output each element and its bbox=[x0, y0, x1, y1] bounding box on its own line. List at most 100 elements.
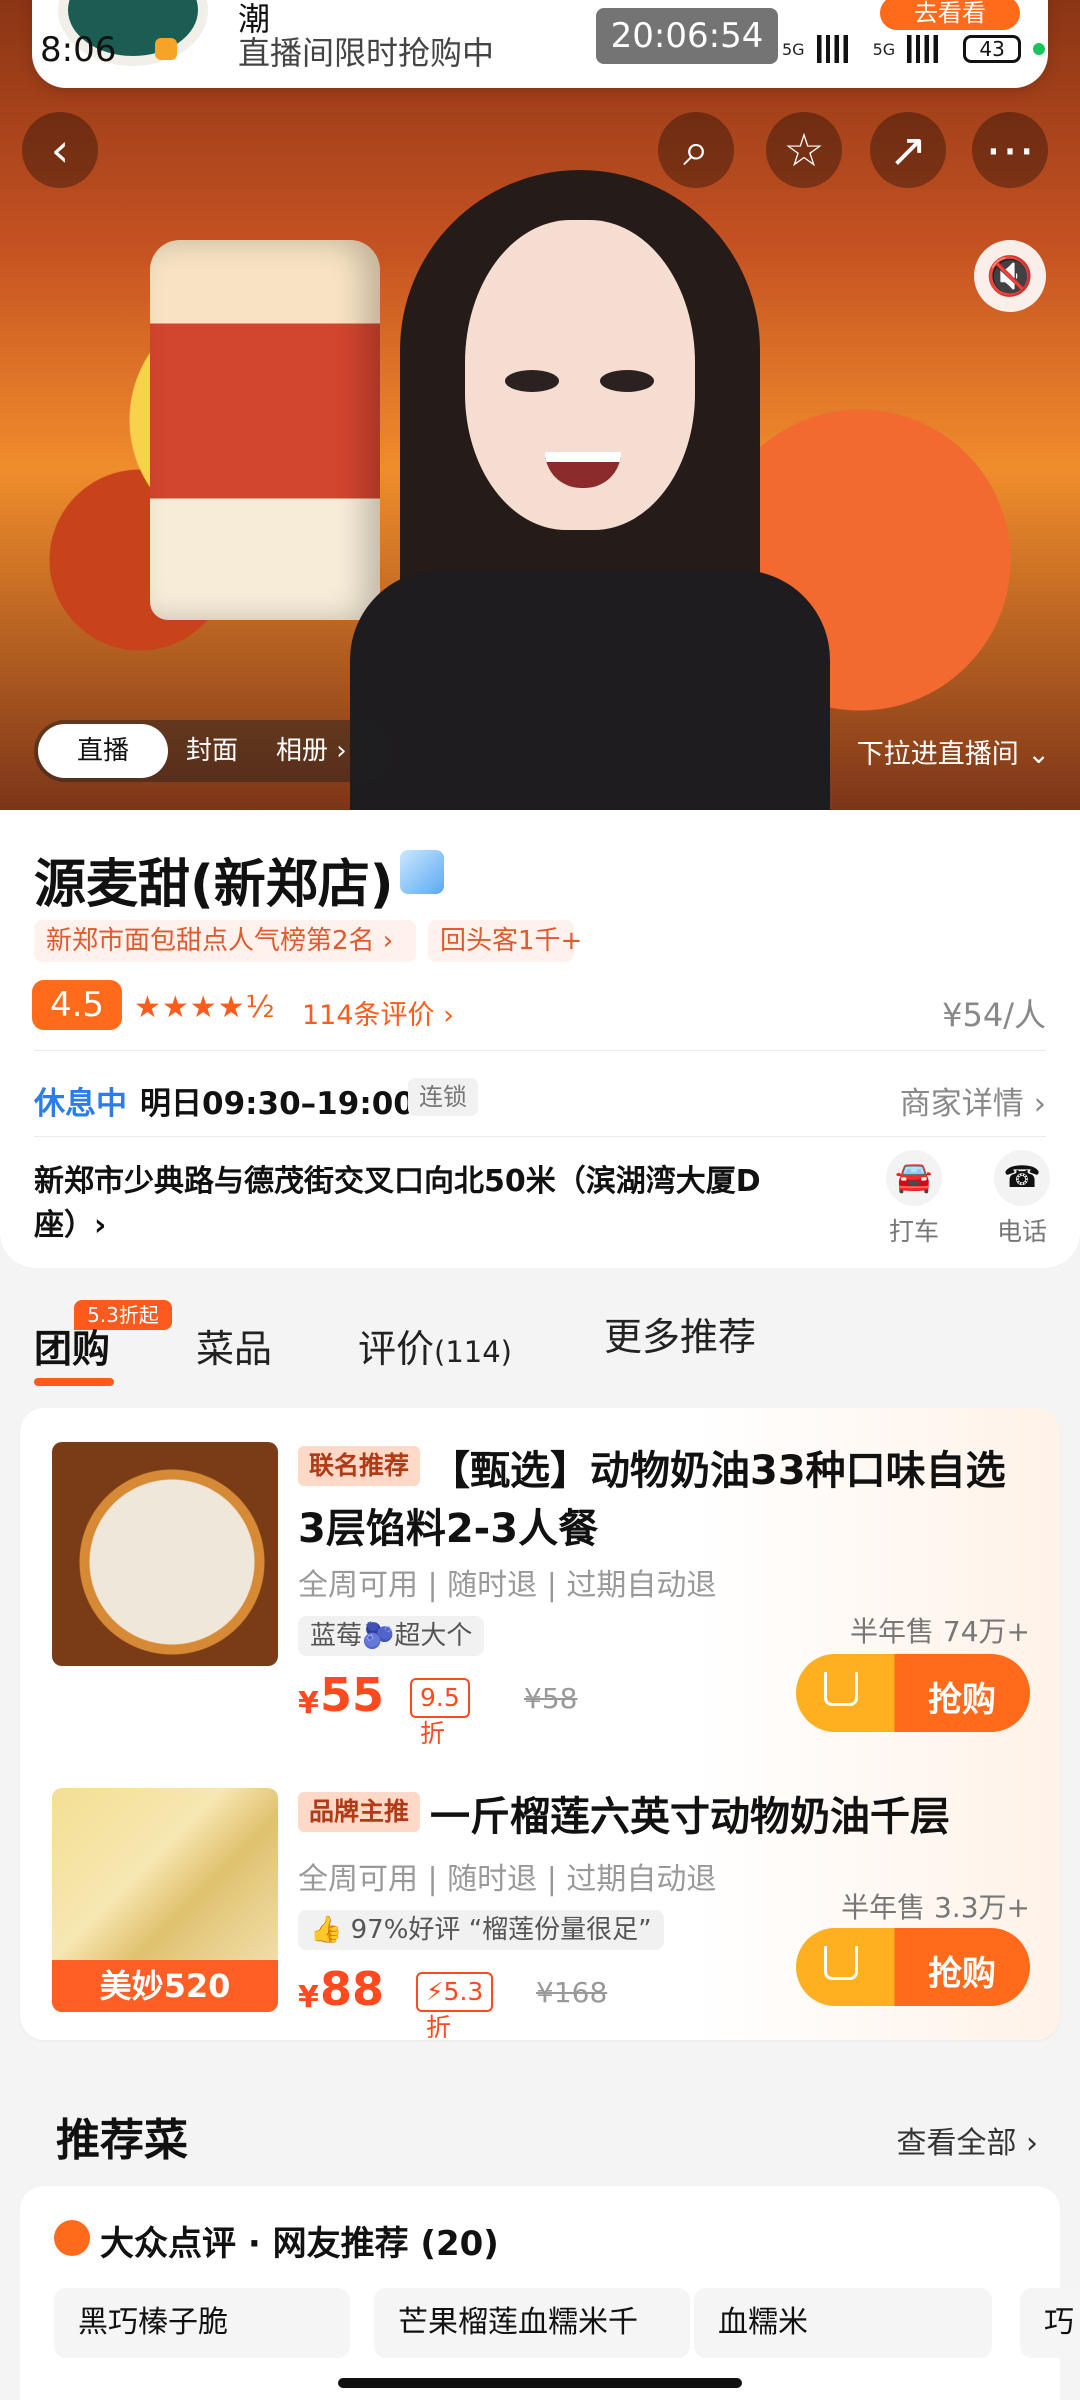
status-time: 8:06 bbox=[40, 30, 117, 70]
tab-more-recommendations[interactable]: 更多推荐 bbox=[604, 1318, 756, 1356]
deal-tag: 联名推荐 bbox=[298, 1446, 420, 1486]
cart-icon bbox=[824, 1672, 858, 1706]
currency-symbol: ¥ bbox=[298, 1980, 319, 2015]
tab-cover[interactable]: 封面 bbox=[186, 720, 238, 782]
shop-page: 潮 直播间限时抢购中 去看看 8:06 20:06:54 5G 5G 43 ‹ … bbox=[0, 0, 1080, 2400]
deal-title-text: 一斤榴莲六英寸动物奶油千层 bbox=[430, 1794, 950, 1840]
network-label: 5G bbox=[782, 39, 805, 59]
phone-label: 电话 bbox=[996, 1217, 1047, 1246]
signal-icon bbox=[816, 35, 861, 63]
signal-icon-2 bbox=[907, 35, 952, 63]
shop-address[interactable]: 新郑市少典路与德茂街交叉口向北50米（滨湖湾大厦D座）› bbox=[34, 1160, 794, 1248]
recommended-dishes-title: 推荐菜 bbox=[56, 2115, 188, 2166]
tab-reviews-label: 评价 bbox=[358, 1327, 435, 1371]
divider bbox=[34, 1050, 1046, 1051]
dish-chip[interactable]: 黑巧榛子脆 bbox=[54, 2288, 350, 2358]
original-price: ¥58 bbox=[524, 1682, 578, 1715]
search-icon[interactable]: ⌕ bbox=[658, 112, 734, 188]
tab-reviews[interactable]: 评价(114) bbox=[358, 1318, 512, 1373]
app-logo bbox=[155, 38, 177, 60]
right-eye bbox=[600, 370, 654, 392]
buy-label: 抢购 bbox=[928, 1680, 996, 1720]
taxi-button[interactable]: 🚘 打车 bbox=[876, 1150, 952, 1248]
repeat-customer-badge: 回头客1千+ bbox=[428, 920, 582, 962]
left-eye bbox=[505, 370, 559, 392]
phone-button[interactable]: ☎ 电话 bbox=[984, 1150, 1060, 1248]
cart-icon bbox=[824, 1946, 858, 1980]
average-price: ¥54/人 bbox=[942, 996, 1046, 1034]
shop-info-card: 源麦甜(新郑店) 新郑市面包甜点人气榜第2名 › 回头客1千+ 4.5 ★★★★… bbox=[0, 810, 1080, 1268]
tab-group-buy[interactable]: 团购 bbox=[34, 1318, 110, 1373]
dianping-icon bbox=[54, 2220, 90, 2256]
deal-note: 蓝莓🫐超大个 bbox=[298, 1616, 485, 1656]
drink-cup-illustration bbox=[150, 240, 380, 620]
buy-label: 抢购 bbox=[928, 1954, 996, 1994]
divider bbox=[34, 1136, 1046, 1137]
promo-button[interactable]: 去看看 bbox=[880, 0, 1020, 30]
image-label: 美妙520 bbox=[52, 1960, 278, 2012]
buy-button[interactable]: 抢购 bbox=[796, 1928, 1030, 2006]
content-tabs: 5.3折起 团购 菜品 评价(114) 更多推荐 bbox=[0, 1268, 1080, 1388]
currency-symbol: ¥ bbox=[298, 1686, 319, 1721]
rating-score: 4.5 bbox=[32, 980, 122, 1030]
privacy-dot bbox=[1033, 43, 1046, 55]
deal-tag: 品牌主推 bbox=[298, 1792, 420, 1832]
buy-button[interactable]: 抢购 bbox=[796, 1654, 1030, 1732]
deal-item[interactable]: 【甄选】动物奶油33种口味自选3层馅料2-3人餐 联名推荐 全周可用 | 随时退… bbox=[20, 1442, 1060, 1748]
mouth bbox=[545, 452, 621, 488]
mute-icon[interactable]: 🔇 bbox=[974, 240, 1046, 312]
view-all-link[interactable]: 查看全部 › bbox=[896, 2118, 1038, 2162]
media-tabs: 直播 封面 相册 › bbox=[34, 720, 394, 782]
sales-count: 半年售 3.3万+ bbox=[841, 1891, 1030, 1924]
recommendation-source: 大众点评 · 网友推荐 (20) bbox=[100, 2224, 499, 2264]
discount-rate: 9.5折 bbox=[410, 1678, 470, 1748]
rating-stars: ★★★★½ bbox=[134, 990, 276, 1025]
status-bar-right: 5G 5G 43 bbox=[782, 30, 1072, 68]
opening-hours: 明日09:30–19:00 bbox=[140, 1086, 415, 1122]
deal-price: 88 bbox=[320, 1962, 385, 2016]
tab-album[interactable]: 相册 › bbox=[276, 720, 347, 782]
deal-features: 全周可用 | 随时退 | 过期自动退 bbox=[298, 1862, 717, 1897]
dish-chip[interactable]: 芒果榴莲血糯米千 bbox=[374, 2288, 690, 2358]
tab-dishes[interactable]: 菜品 bbox=[196, 1318, 272, 1373]
group-buy-deals: 【甄选】动物奶油33种口味自选3层馅料2-3人餐 联名推荐 全周可用 | 随时退… bbox=[20, 1408, 1060, 2042]
deal-features: 全周可用 | 随时退 | 过期自动退 bbox=[298, 1568, 717, 1603]
deal-image[interactable]: 美妙520 bbox=[52, 1788, 278, 2012]
deal-price: 55 bbox=[320, 1668, 385, 1722]
more-icon[interactable]: ⋯ bbox=[972, 112, 1048, 188]
car-icon: 🚘 bbox=[886, 1150, 942, 1206]
live-host bbox=[350, 150, 830, 810]
share-icon[interactable]: ↗ bbox=[870, 112, 946, 188]
timer-overlay: 20:06:54 bbox=[596, 8, 778, 64]
open-status: 休息中 bbox=[34, 1086, 127, 1122]
pull-to-live-tip[interactable]: 下拉进直播间 ⌄ bbox=[857, 732, 1050, 771]
host-face bbox=[465, 220, 695, 530]
tab-live[interactable]: 直播 bbox=[38, 724, 168, 778]
sales-count: 半年售 74万+ bbox=[850, 1615, 1030, 1648]
live-preview[interactable]: 潮 直播间限时抢购中 去看看 8:06 20:06:54 5G 5G 43 ‹ … bbox=[0, 0, 1080, 810]
deal-note: 👍 97%好评 “榴莲份量很足” bbox=[298, 1910, 664, 1950]
shop-title: 源麦甜(新郑店) bbox=[34, 855, 394, 915]
chain-badge: 连锁 bbox=[408, 1078, 478, 1116]
battery-icon: 43 bbox=[963, 35, 1022, 63]
network-label-2: 5G bbox=[872, 39, 896, 59]
discount-rate: ⚡5.3折 bbox=[416, 1972, 494, 2042]
home-indicator bbox=[338, 2378, 742, 2388]
crown-icon bbox=[400, 850, 444, 894]
merchant-details-link[interactable]: 商家详情 › bbox=[900, 1078, 1046, 1123]
host-body bbox=[350, 570, 830, 810]
dish-chip[interactable]: 血糯米 bbox=[694, 2288, 992, 2358]
star-icon[interactable]: ☆ bbox=[766, 112, 842, 188]
review-count: (114) bbox=[434, 1335, 512, 1369]
promo-subtitle: 直播间限时抢购中 bbox=[238, 34, 495, 72]
phone-icon: ☎ bbox=[994, 1150, 1050, 1206]
recommended-dishes-card: 大众点评 · 网友推荐 (20) 黑巧榛子脆 芒果榴莲血糯米千 血糯米 巧 bbox=[20, 2186, 1080, 2400]
original-price: ¥168 bbox=[536, 1976, 608, 2009]
reviews-link[interactable]: 114条评价 › bbox=[302, 993, 454, 1032]
dish-chip[interactable]: 巧 bbox=[1020, 2288, 1080, 2358]
deal-image[interactable] bbox=[52, 1442, 278, 1666]
deal-item[interactable]: 美妙520 一斤榴莲六英寸动物奶油千层 品牌主推 全周可用 | 随时退 | 过期… bbox=[20, 1788, 1060, 2058]
taxi-label: 打车 bbox=[888, 1217, 939, 1246]
ranking-link[interactable]: 新郑市面包甜点人气榜第2名 › bbox=[34, 920, 416, 962]
back-arrow-icon[interactable]: ‹ bbox=[22, 112, 98, 188]
